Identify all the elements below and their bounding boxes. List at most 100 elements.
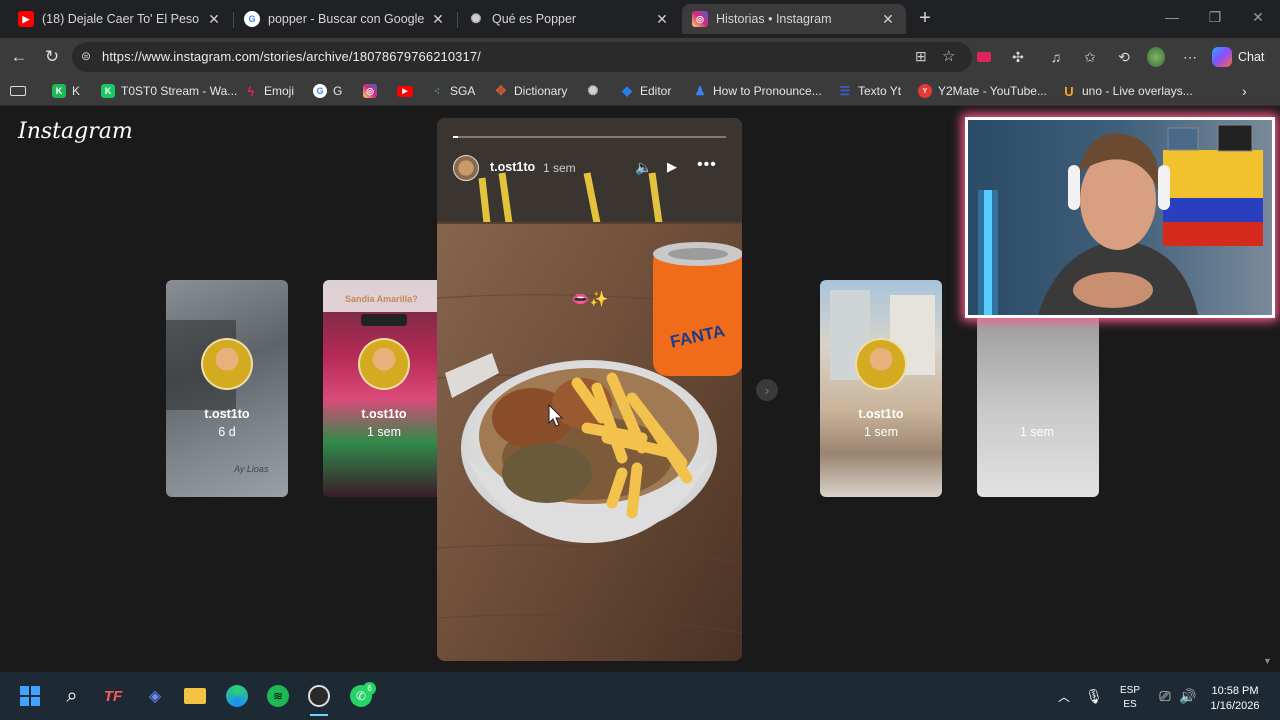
extensions-puzzle-icon[interactable]: ✣ [1009,48,1027,66]
address-bar[interactable]: ⊜ https://www.instagram.com/stories/arch… [72,42,972,72]
tab-title: popper - Buscar con Google [268,12,424,26]
tab-title: Historias • Instagram [716,12,832,26]
extension-icon[interactable] [975,48,993,66]
minimize-icon[interactable]: — [1162,9,1182,25]
instagram-icon: ◎ [363,84,377,98]
bookmark-youtube[interactable]: ▶ [397,82,419,100]
obs-icon[interactable] [307,684,331,708]
favorites-icon[interactable]: ✩ [1081,48,1099,66]
windows-start-icon[interactable] [18,684,42,708]
bookmark-editor[interactable]: ◆ Editor [620,82,671,100]
lightning-icon: ϟ [247,83,255,99]
tf-app-icon[interactable]: TF [101,684,125,708]
back-arrow-icon[interactable]: ← [9,47,29,67]
bookmark-instagram[interactable]: ◎ [363,82,383,100]
window-close-icon[interactable]: ✕ [1248,9,1268,26]
play-icon[interactable]: ▶ [667,159,677,175]
streamer-camera-image [968,120,1272,315]
kick-icon: K [101,84,115,98]
close-tab-icon[interactable]: ✕ [206,11,222,28]
bookmarks-more-chevron-icon[interactable]: › [1242,82,1247,100]
profile-avatar[interactable] [1147,47,1165,67]
volume-icon[interactable]: 🔈 [635,159,652,176]
refresh-icon[interactable]: ↻ [42,47,62,67]
bookmark-g[interactable]: GG [313,82,342,100]
language-indicator[interactable]: ESP ES [1118,684,1142,712]
tab-chatgpt[interactable]: ✺ Qué es Popper ✕ [458,4,680,34]
chatgpt-icon: ✺ [587,83,599,98]
tab-title: (18) Dejale Caer To' El Peso feat. H [42,12,200,26]
avatar[interactable] [453,155,479,181]
bookmark-label: G [333,84,343,98]
uno-icon: U [1064,83,1074,99]
microphone-icon[interactable]: 🎙 [1082,684,1106,708]
story-age: 1 sem [863,425,899,439]
story-main[interactable]: FANTA t.ost1to 1 sem 🔈 ▶ ••• 👄✨ [437,118,742,661]
app-diamond-icon[interactable]: ◈ [143,684,167,708]
story-preview-card[interactable]: t.ost1to 1 sem [820,280,942,497]
instagram-icon: ◎ [692,11,708,27]
story-age: 1 sem [1019,425,1055,439]
copilot-chat-button[interactable]: Chat [1212,43,1274,71]
spotify-icon[interactable]: ≋ [266,684,290,708]
bookmark-label: Texto Yt [858,84,902,98]
bookmark-chatgpt[interactable]: ✺ [586,82,606,100]
network-icon[interactable]: ⎚ [1153,684,1177,708]
close-tab-icon[interactable]: ✕ [880,11,896,28]
tab-google[interactable]: G popper - Buscar con Google ✕ [234,4,456,34]
story-preview-card[interactable]: t.ost1to 6 d Ay Lioas [166,280,288,497]
edge-browser-icon[interactable] [225,684,249,708]
bookmark-sga[interactable]: ⁖ SGA [430,82,476,100]
youtube-icon: ▶ [18,11,34,27]
close-tab-icon[interactable]: ✕ [430,11,446,28]
whatsapp-badge: 6 [363,682,376,695]
bookmark-texto-yt[interactable]: ☰ Texto Yt [838,82,902,100]
maximize-icon[interactable]: ❐ [1205,9,1225,26]
bookmark-emoji[interactable]: ϟ Emoji [244,82,294,100]
new-tab-button[interactable]: + [914,8,936,30]
scroll-down-arrow-icon[interactable]: ▼ [1263,656,1272,666]
media-control-icon[interactable]: ♫ [1047,48,1065,66]
file-explorer-icon[interactable] [183,684,207,708]
bookmark-y2mate[interactable]: Y Y2Mate - YouTube... [918,82,1047,100]
story-age: 6 d [218,425,236,439]
bookmark-dictionary[interactable]: ✥ Dictionary [494,82,568,100]
close-tab-icon[interactable]: ✕ [654,11,670,28]
avatar [201,338,253,390]
story-username[interactable]: t.ost1to [490,160,535,174]
story-sticker: 👄✨ [571,291,609,308]
google-icon: G [244,11,260,27]
search-icon[interactable]: ⌕ [60,684,84,708]
avatar [855,338,907,390]
story-preview-card[interactable]: Sandia Amarilla? t.ost1to 1 sem [323,280,437,497]
bookmark-label: Y2Mate - YouTube... [938,84,1047,98]
app-available-icon[interactable]: ⊞ [915,48,927,65]
bookmarks-menu-icon[interactable] [10,82,26,100]
instagram-logo[interactable]: Instagram [18,119,133,144]
bookmark-label: Emoji [264,84,295,98]
tab-instagram[interactable]: ◎ Historias • Instagram ✕ [682,4,906,34]
youtube-icon: ▶ [397,85,413,97]
story-caption: Ay Lioas [234,464,269,474]
clock-date: 1/16/2026 [1210,700,1260,712]
bookmark-how-to-pronounce[interactable]: ♟ How to Pronounce... [693,82,822,100]
more-options-icon[interactable]: ⋯ [1181,48,1199,66]
story-photo: FANTA [437,118,742,661]
bookmark-uno[interactable]: Uuno - Live overlays... [1062,82,1192,100]
history-icon[interactable]: ⟲ [1115,48,1133,66]
story-age: 1 sem [543,161,576,175]
story-progress-bar [453,136,726,138]
site-info-icon[interactable]: ⊜ [81,49,91,63]
bookmark-tosto-stream[interactable]: K T0ST0 Stream - Wa... [101,82,237,100]
tab-youtube[interactable]: ▶ (18) Dejale Caer To' El Peso feat. H ✕ [8,4,232,34]
system-clock[interactable]: 10:58 PM 1/16/2026 [1200,684,1270,714]
sga-icon: ⁖ [433,85,441,98]
speaker-volume-icon[interactable]: 🔊 [1176,684,1200,708]
bookmark-k[interactable]: KK [52,82,80,100]
favorite-star-icon[interactable]: ☆ [942,47,955,65]
tray-chevron-up-icon[interactable]: ︿ [1052,684,1076,708]
bookmark-label: SGA [450,84,476,98]
speaker-person-icon: ♟ [694,84,706,98]
next-story-chevron-icon[interactable]: › [756,379,778,401]
more-options-icon[interactable]: ••• [697,156,717,174]
